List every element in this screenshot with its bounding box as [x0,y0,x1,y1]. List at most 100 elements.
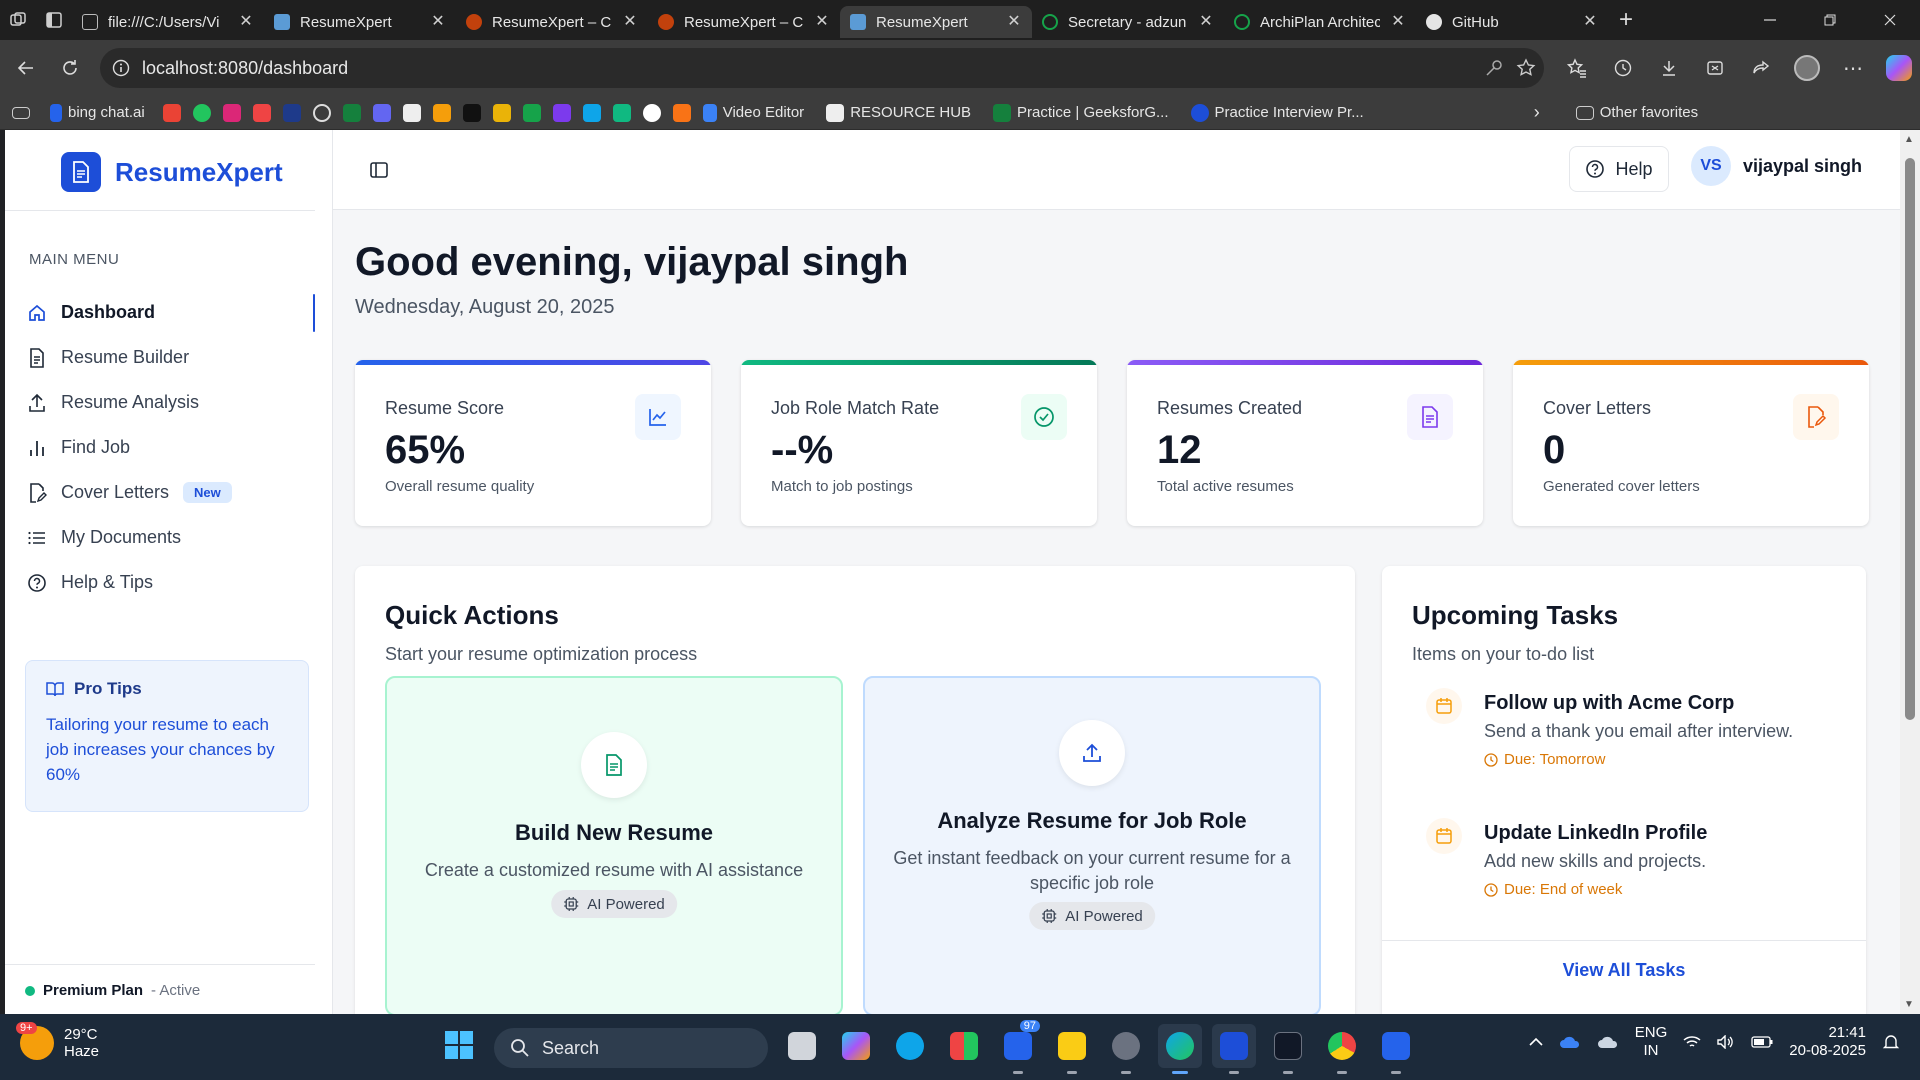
bookmark-icon[interactable] [612,103,631,122]
browser-tab[interactable]: ResumeXpert – Cl ✕ [456,6,648,38]
bookmark-icon[interactable] [552,103,571,122]
settings-icon[interactable] [1104,1024,1148,1074]
downloads-icon[interactable] [1646,45,1692,91]
wifi-icon[interactable] [1683,1035,1701,1049]
notifications-icon[interactable] [1882,1033,1900,1051]
onedrive-icon[interactable] [1559,1035,1581,1049]
favorite-star-icon[interactable] [1516,58,1536,78]
close-tab-icon[interactable]: ✕ [814,14,830,30]
password-key-icon[interactable] [1484,58,1504,78]
favorites-icon[interactable] [1554,45,1600,91]
sidebar-item-my-documents[interactable]: My Documents [5,515,315,560]
back-icon[interactable] [4,46,48,90]
google-icon[interactable] [642,103,661,122]
favorite-resource-hub[interactable]: RESOURCE HUB [826,103,971,122]
more-options-icon[interactable]: ⋯ [1830,45,1876,91]
close-tab-icon[interactable]: ✕ [1582,14,1598,30]
screenshot-icon[interactable] [1692,45,1738,91]
other-favorites[interactable]: Other favorites [1575,104,1698,121]
browser-tab[interactable]: Secretary - adzun ✕ [1032,6,1224,38]
new-tab-button[interactable]: + [1608,0,1644,40]
close-tab-icon[interactable]: ✕ [1198,14,1214,30]
scroll-up-arrow[interactable]: ▲ [1904,134,1914,145]
chatgpt-icon[interactable] [312,103,331,122]
close-tab-icon[interactable]: ✕ [1390,14,1406,30]
bookmark-icon[interactable] [582,103,601,122]
user-menu[interactable]: VS vijaypal singh [1691,146,1862,186]
chrome-icon[interactable] [1320,1024,1364,1074]
browser-tab[interactable]: ResumeXpert ✕ [264,6,456,38]
task-view-icon[interactable] [780,1024,824,1068]
weather-widget[interactable]: 9+ 29°C Haze [16,1022,99,1060]
sidebar-item-resume-analysis[interactable]: Resume Analysis [5,380,315,425]
medium-icon[interactable] [462,103,481,122]
gmail-icon[interactable] [162,103,181,122]
cloud-sync-icon[interactable] [1597,1035,1619,1049]
close-tab-icon[interactable]: ✕ [622,14,638,30]
edge-browser-icon[interactable] [1158,1024,1202,1074]
file-explorer-icon[interactable] [1050,1024,1094,1074]
close-tab-icon[interactable]: ✕ [430,14,446,30]
brand-logo[interactable]: ResumeXpert [61,152,283,192]
browser-tab[interactable]: ArchiPlan Architec ✕ [1224,6,1416,38]
bookmark-icon[interactable] [492,103,511,122]
sidebar-item-resume-builder[interactable]: Resume Builder [5,335,315,380]
copilot-icon[interactable] [1876,45,1920,91]
browser-tab[interactable]: ResumeXpert – Cl ✕ [648,6,840,38]
help-button[interactable]: Help [1569,146,1669,192]
bookmark-icon[interactable] [282,103,301,122]
restore-icon[interactable] [1800,0,1860,40]
sidebar-toggle-icon[interactable] [369,160,389,180]
browser-tab[interactable]: GitHub ✕ [1416,6,1608,38]
history-icon[interactable] [1600,45,1646,91]
sidebar-item-cover-letters[interactable]: Cover Letters New [5,470,315,515]
view-all-tasks-link[interactable]: View All Tasks [1382,960,1866,981]
sidebar-item-dashboard[interactable]: Dashboard [5,290,315,335]
browser-tab[interactable]: file:///C:/Users/Vi ✕ [72,6,264,38]
url-field[interactable]: localhost:8080/dashboard [100,48,1544,88]
close-window-icon[interactable] [1860,0,1920,40]
sidebar-item-find-job[interactable]: Find Job [5,425,315,470]
scrollbar-thumb[interactable] [1905,158,1915,720]
volume-icon[interactable] [1717,1035,1735,1049]
figma-icon[interactable] [672,103,691,122]
workspaces-icon[interactable] [0,0,36,40]
share-icon[interactable] [1738,45,1784,91]
bookmark-icon[interactable] [522,103,541,122]
mail-app-icon[interactable]: 97 [996,1020,1040,1074]
info-icon[interactable] [112,59,130,77]
word-icon[interactable] [1374,1024,1418,1074]
chevron-up-icon[interactable] [1529,1037,1543,1047]
browser-tab-active[interactable]: ResumeXpert ✕ [840,6,1032,38]
favorite-bing-chat[interactable]: bing chat.ai [50,103,145,122]
powerbi-icon[interactable] [432,103,451,122]
vertical-tabs-icon[interactable] [36,0,72,40]
chevron-right-icon[interactable]: › [1534,102,1540,123]
profile-avatar-icon[interactable] [1784,45,1830,91]
store-app-icon[interactable] [942,1024,986,1068]
cc-icon[interactable] [402,103,421,122]
close-tab-icon[interactable]: ✕ [238,14,254,30]
language-indicator[interactable]: ENG IN [1635,1024,1668,1060]
clock[interactable]: 21:41 20-08-2025 [1789,1024,1866,1060]
minimize-icon[interactable] [1740,0,1800,40]
vscode-icon[interactable] [1212,1024,1256,1074]
youtube-icon[interactable] [252,103,271,122]
instagram-icon[interactable] [222,103,241,122]
favorite-interview[interactable]: Practice Interview Pr... [1190,103,1364,122]
scroll-down-arrow[interactable]: ▼ [1904,999,1914,1010]
refresh-icon[interactable] [48,46,92,90]
teams-icon[interactable] [372,103,391,122]
terminal-icon[interactable] [1266,1024,1310,1074]
page-scrollbar[interactable]: ▲ ▼ [1900,130,1920,1014]
taskbar-search[interactable]: Search [494,1028,768,1068]
battery-icon[interactable] [1751,1036,1773,1048]
sidebar-item-help-tips[interactable]: Help & Tips [5,560,315,605]
favorite-geeksforgeeks[interactable]: Practice | GeeksforG... [993,103,1169,122]
windows-start-icon[interactable] [444,1030,474,1060]
build-new-resume-card[interactable]: Build New Resume Create a customized res… [385,676,843,1014]
favorite-video-editor[interactable]: Video Editor [702,103,804,122]
analyze-resume-card[interactable]: Analyze Resume for Job Role Get instant … [863,676,1321,1014]
reading-mode-icon[interactable] [12,106,30,119]
meet-app-icon[interactable] [888,1024,932,1068]
